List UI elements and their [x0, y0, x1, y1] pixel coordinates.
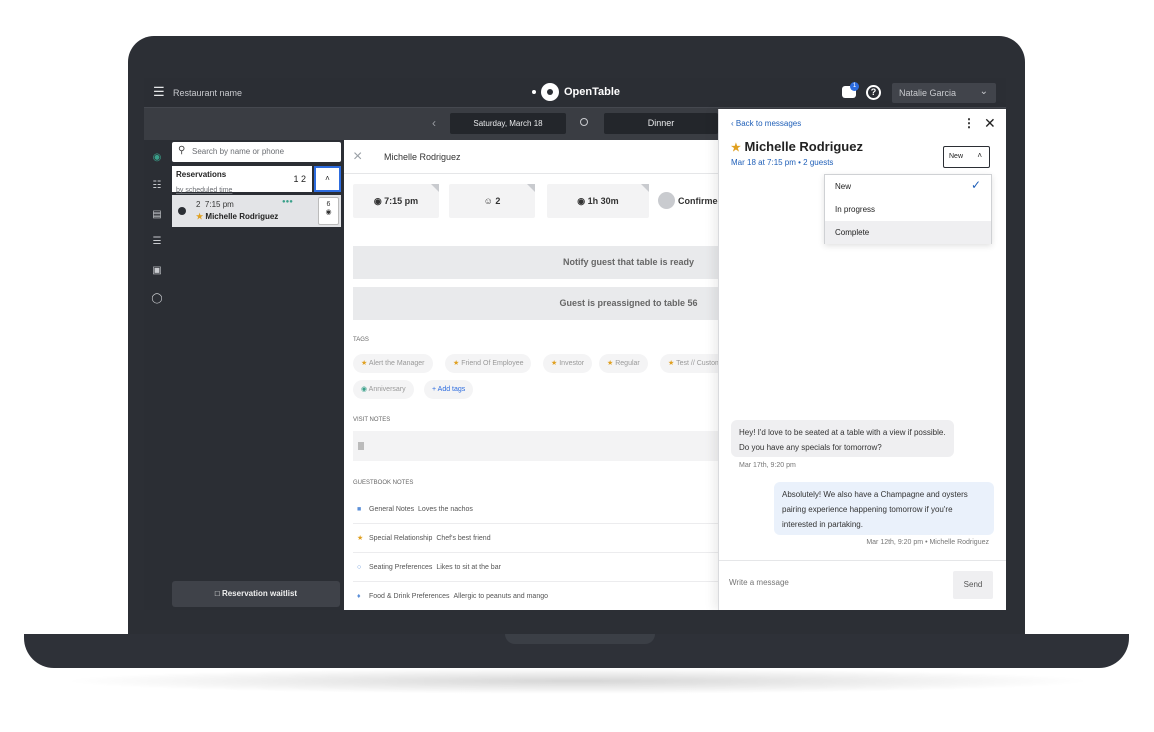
reservations-header[interactable]: Reservations by scheduled time 1 2 — [172, 166, 312, 194]
reservation-row[interactable]: 2 7:15 pm ●●● ★ Michelle Rodriguez 6 ◉ — [172, 195, 341, 227]
food-drink-icon: ♦ — [357, 593, 361, 600]
guestbook-note-row[interactable]: ♦ Food & Drink Preferences Allergic to p… — [353, 582, 724, 610]
sort-label[interactable]: by scheduled time — [176, 187, 232, 194]
laptop-notch — [505, 634, 655, 644]
reservation-guest-name: ★ Michelle Rodriguez — [196, 212, 279, 221]
guestbook-note-row[interactable]: ★ Special Relationship Chef's best frien… — [353, 524, 724, 553]
date-picker[interactable]: Saturday, March 18 — [450, 113, 566, 134]
tag-icons: ●●● — [282, 199, 293, 205]
star-icon: ★ — [731, 142, 741, 154]
chevron-down-icon: ⌄ — [979, 86, 988, 97]
party-size-stat[interactable]: ☺ 2 — [449, 184, 535, 218]
general-notes-icon: ■ — [357, 506, 362, 513]
reservation-detail: × Michelle Rodriguez ◉ 7:15 pm ☺ 2 ◉ 1h … — [344, 140, 729, 610]
table-icon[interactable]: ▤ — [151, 209, 163, 221]
detail-header: × Michelle Rodriguez — [344, 140, 724, 174]
outgoing-message: Absolutely! We also have a Champagne and… — [774, 482, 994, 535]
help-icon[interactable]: ? — [866, 85, 881, 100]
reservations-title: Reservations — [176, 170, 227, 179]
check-icon: ✓ — [970, 178, 981, 192]
note-icon — [358, 442, 364, 450]
search-input[interactable]: ⚲ Search by name or phone — [172, 142, 341, 162]
duration-stat[interactable]: ◉ 1h 30m — [547, 184, 649, 218]
incoming-message-time: Mar 17th, 9:20 pm — [739, 462, 796, 469]
status-stat[interactable]: Confirmed — [654, 184, 724, 218]
search-icon: ⚲ — [178, 145, 186, 156]
status-dropdown: New ✓ In progress Complete — [824, 174, 992, 244]
guestbook-note-row[interactable]: ○ Seating Preferences Likes to sit at th… — [353, 553, 724, 582]
shield-icon[interactable]: ◯ — [151, 293, 163, 305]
visit-notes-label: Visit notes — [353, 417, 391, 423]
tag-chip[interactable]: ◉ Anniversary — [353, 380, 414, 399]
seated-check-icon — [178, 207, 186, 215]
message-input[interactable] — [729, 578, 929, 587]
outgoing-message-time: Mar 12th, 9:20 pm • Michelle Rodriguez — [866, 539, 989, 546]
app-screen: ☰ Restaurant name OpenTable 1 ? Natalie … — [144, 78, 1006, 610]
status-select[interactable]: New ˄ — [943, 146, 990, 168]
preassigned-table-banner[interactable]: Guest is preassigned to table 56 — [353, 287, 724, 320]
guest-counts: 1 2 — [293, 174, 306, 184]
tag-chip[interactable]: ★ Alert the Manager — [353, 354, 433, 373]
reservation-meta: Mar 18 at 7:15 pm • 2 guests — [731, 158, 834, 167]
add-tags-button[interactable]: + Add tags — [424, 380, 474, 399]
close-icon[interactable]: ✕ — [984, 115, 996, 132]
send-button[interactable]: Send — [953, 571, 993, 599]
opentable-logo: OpenTable — [532, 83, 620, 101]
seating-preferences-icon: ○ — [357, 564, 362, 571]
close-icon[interactable]: × — [353, 148, 362, 166]
tag-chip[interactable]: ★ Regular — [599, 354, 648, 373]
status-icon — [658, 192, 675, 209]
time-stat[interactable]: ◉ 7:15 pm — [353, 184, 439, 218]
reservation-time: 2 7:15 pm — [196, 200, 234, 209]
chevron-up-icon: ˄ — [977, 151, 982, 160]
special-relationship-icon: ★ — [357, 535, 364, 542]
reservation-list: ⚲ Search by name or phone Reservations b… — [170, 140, 344, 610]
today-icon[interactable] — [580, 118, 588, 126]
logo-ring-icon — [541, 83, 559, 101]
message-composer: Send — [719, 560, 1006, 610]
tag-chip[interactable]: ★ Investor — [543, 354, 593, 373]
more-options-icon[interactable]: ⋮ — [963, 116, 975, 130]
laptop-shadow — [60, 668, 1095, 694]
panel-guest-name: ★ Michelle Rodriguez — [731, 139, 863, 154]
shift-selector[interactable]: Dinner — [604, 113, 718, 134]
tags-label: Tags — [353, 337, 369, 343]
reservation-waitlist-button[interactable]: □ Reservation waitlist — [172, 581, 340, 607]
list-icon[interactable]: ☰ — [151, 236, 163, 248]
search-placeholder: Search by name or phone — [192, 147, 285, 156]
detail-guest-name: Michelle Rodriguez — [384, 152, 461, 162]
incoming-message: Hey! I'd love to be seated at a table wi… — [731, 420, 954, 457]
collapse-button[interactable]: ˄ — [314, 166, 341, 192]
status-option-complete[interactable]: Complete — [825, 221, 991, 244]
status-option-new[interactable]: New ✓ — [825, 175, 991, 198]
user-select[interactable]: Natalie Garcia ⌄ — [892, 83, 996, 103]
logo-dot-icon — [532, 90, 536, 94]
tag-chip[interactable]: ★ Friend Of Employee — [445, 354, 532, 373]
notify-guest-button[interactable]: Notify guest that table is ready — [353, 246, 724, 279]
star-icon: ★ — [196, 212, 204, 221]
hamburger-menu-icon[interactable]: ☰ — [153, 85, 165, 98]
top-bar: ☰ Restaurant name OpenTable 1 ? Natalie … — [144, 78, 1006, 108]
guestbook-note-row[interactable]: ■ General Notes Loves the nachos — [353, 495, 724, 524]
guestbook-notes-label: Guestbook notes — [353, 480, 414, 486]
table-number[interactable]: 6 ◉ — [318, 197, 339, 225]
nav-rail: ◉ ☷ ▤ ☰ ▣ ◯ — [144, 140, 170, 610]
restaurant-name: Restaurant name — [173, 88, 243, 98]
brand-name: OpenTable — [564, 86, 621, 98]
status-option-in-progress[interactable]: In progress — [825, 198, 991, 221]
back-to-messages-link[interactable]: ‹ Back to messages — [731, 119, 801, 128]
message-panel: ‹ Back to messages ⋮ ✕ ★ Michelle Rodrig… — [718, 109, 1006, 610]
previous-day-icon[interactable]: ‹ — [432, 116, 436, 130]
visit-notes-field[interactable] — [353, 431, 724, 461]
timeline-icon[interactable]: ☷ — [151, 180, 163, 192]
user-name: Natalie Garcia — [899, 88, 957, 98]
guestbook-icon[interactable]: ▣ — [151, 265, 163, 277]
floor-plan-icon[interactable]: ◉ — [151, 152, 163, 164]
messages-badge: 1 — [850, 82, 859, 91]
